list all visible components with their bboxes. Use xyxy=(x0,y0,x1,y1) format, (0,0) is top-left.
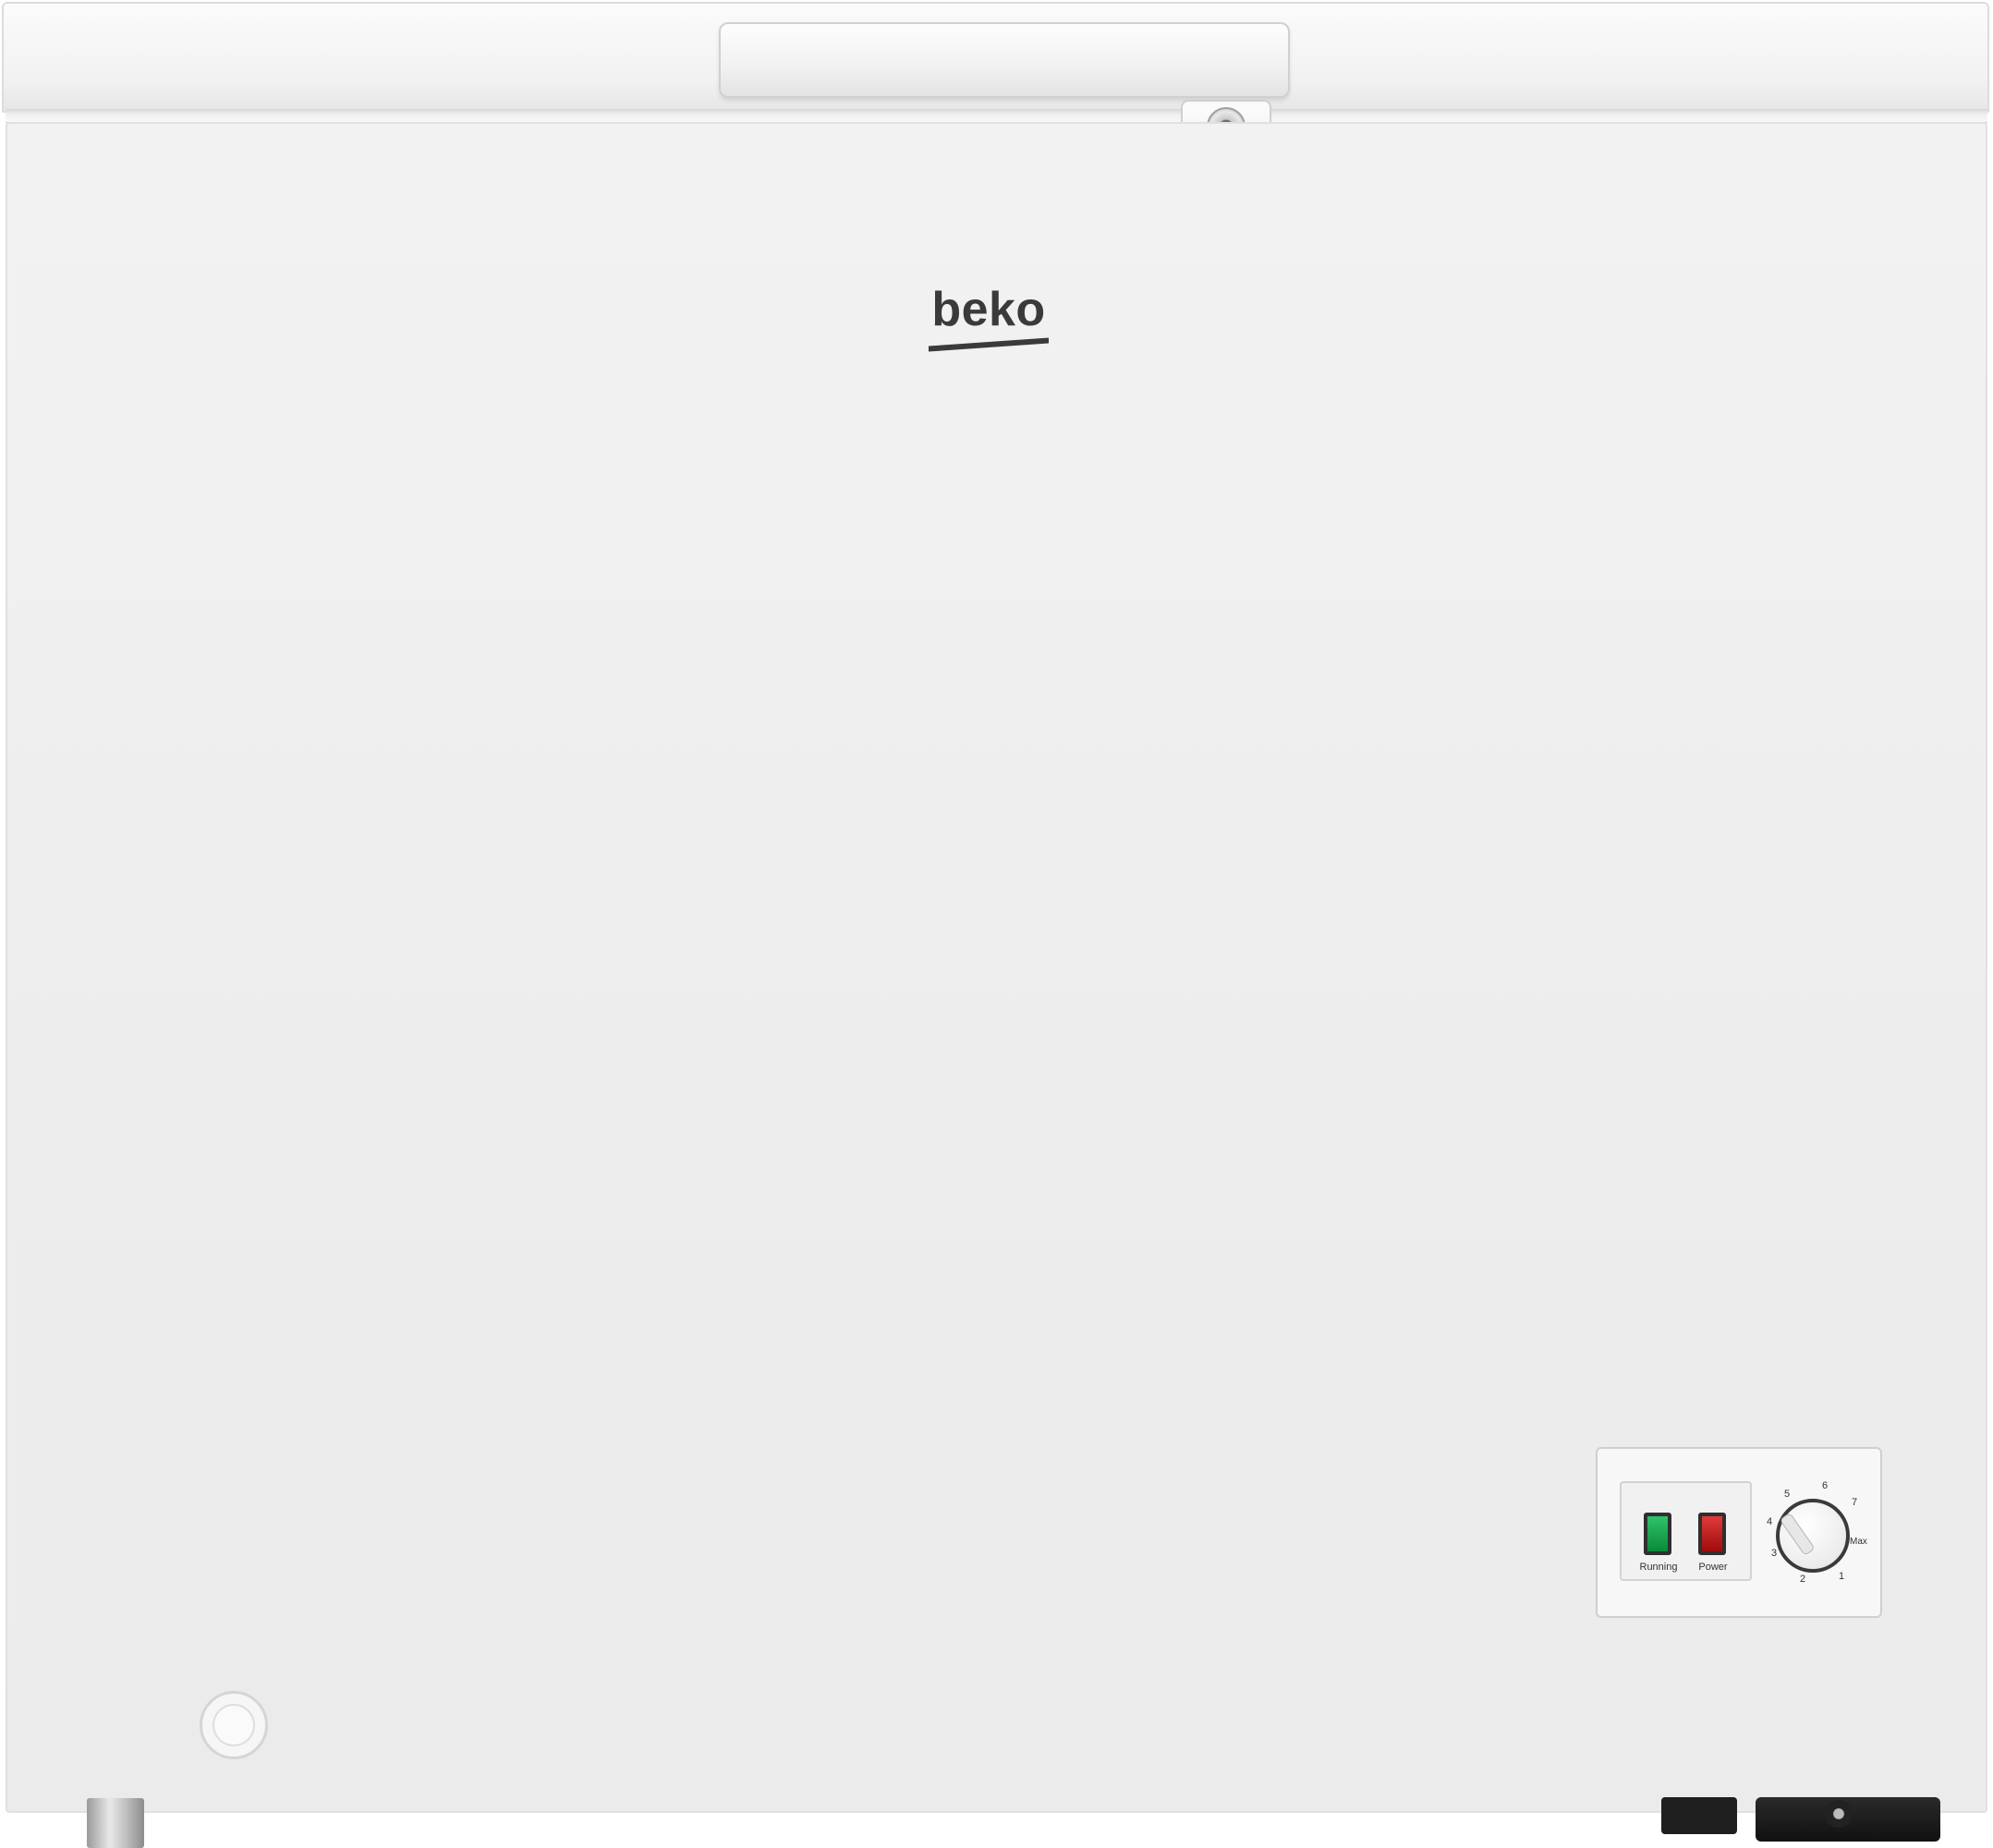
thermostat-dial-icon[interactable] xyxy=(1776,1499,1850,1573)
dial-mark-4: 4 xyxy=(1767,1516,1773,1527)
castor-wheel-icon xyxy=(1825,1800,1853,1828)
running-indicator-light xyxy=(1644,1513,1671,1555)
chest-freezer: beko Running Power 1 2 3 4 5 6 7 Max xyxy=(0,0,1993,1848)
dial-mark-2: 2 xyxy=(1800,1574,1806,1585)
castor-bracket xyxy=(1661,1797,1737,1834)
drain-plug-cap xyxy=(213,1704,255,1746)
running-label: Running xyxy=(1639,1562,1678,1573)
dial-mark-3: 3 xyxy=(1771,1548,1778,1559)
lid-handle[interactable] xyxy=(719,22,1290,98)
brand-logo: beko xyxy=(931,283,1046,336)
dial-mark-1: 1 xyxy=(1839,1571,1845,1582)
power-label: Power xyxy=(1698,1562,1728,1573)
dial-mark-6: 6 xyxy=(1822,1480,1829,1491)
dial-mark-5: 5 xyxy=(1784,1489,1791,1500)
power-indicator-light xyxy=(1698,1513,1726,1555)
lid-seam xyxy=(6,109,1987,123)
adjustable-foot xyxy=(87,1798,144,1848)
dial-mark-max: Max xyxy=(1850,1537,1867,1547)
dial-mark-7: 7 xyxy=(1852,1497,1858,1508)
